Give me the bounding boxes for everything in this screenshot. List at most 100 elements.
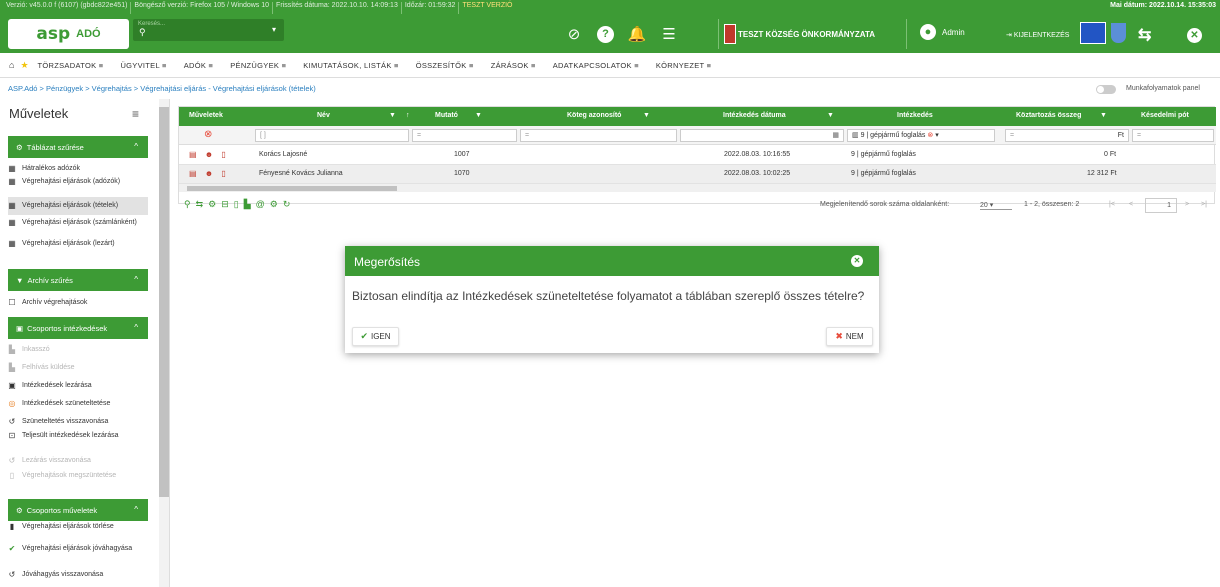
refresh-icon[interactable]: ⇆	[1138, 25, 1151, 45]
mutato-filter-input[interactable]: =	[412, 129, 517, 142]
intezkedes-filter-select[interactable]: ▥ 9 | gépjármű foglalás ⊗ ▾	[847, 129, 995, 142]
table-icon: ▦	[8, 164, 16, 173]
table-row[interactable]: ▤ ☻ ▯ Fényesné Kovács Julianna 1070 2022…	[179, 165, 1216, 184]
group-bulk-operations[interactable]: ⚙ Csoportos műveletek ^	[8, 499, 148, 521]
horizontal-scroll-thumb[interactable]	[187, 186, 397, 191]
calendar-icon[interactable]: ▦	[832, 130, 839, 141]
page-input[interactable]: 1	[1145, 198, 1177, 213]
workflow-panel-label: Munkafolyamatok panel	[1126, 85, 1200, 92]
no-button[interactable]: ✖ NEM	[826, 327, 873, 346]
user-menu[interactable]: ● Admin	[920, 24, 965, 40]
sidebar-item-torlese[interactable]: ▮ Végrehajtási eljárások törlése	[8, 523, 148, 531]
sidebar-item-eljarasok-tetelek[interactable]: ▦ Végrehajtási eljárások (tételek)	[8, 197, 148, 215]
eu-flag-icon	[1080, 22, 1106, 44]
menu-kornyezet[interactable]: KÖRNYEZET ≡	[656, 61, 711, 70]
version-info: Verzió: v45.0.0 f (6107) (gbdc822e451) B…	[3, 2, 516, 14]
sidebar-item-lezarasa[interactable]: ▣ Intézkedések lezárása	[8, 382, 148, 390]
close-box-icon: ▣	[8, 381, 16, 390]
sidebar-item-eljarasok-lezart[interactable]: ▦ Végrehajtási eljárások (lezárt)	[8, 240, 148, 248]
filter-icon[interactable]: ▼	[643, 112, 650, 119]
bell-icon[interactable]: 🔔	[628, 24, 647, 44]
yes-button[interactable]: ✔ IGEN	[352, 327, 399, 346]
prev-page-icon[interactable]: <	[1129, 201, 1133, 208]
table-row[interactable]: ▤ ☻ ▯ Korács Lajosné 1007 2022.08.03. 10…	[179, 146, 1216, 165]
menu-ugyvitel[interactable]: ÜGYVITEL ≡	[120, 61, 166, 70]
sidebar-item-szuneteltetese[interactable]: ◎ Intézkedések szüneteltetése	[8, 400, 148, 408]
last-page-icon[interactable]: >|	[1201, 201, 1207, 208]
menu-penzugyek[interactable]: PÉNZÜGYEK ≡	[230, 61, 286, 70]
page-size-select[interactable]: 20 ▾	[980, 201, 1012, 210]
clear-icon[interactable]: ⊗	[927, 132, 933, 139]
visibility-off-icon[interactable]: ⊘	[565, 24, 583, 44]
task-list-icon[interactable]: ☰	[660, 24, 678, 44]
sidebar-item-teljesult-lezarasa[interactable]: ⊡ Teljesült intézkedések lezárása	[8, 432, 148, 440]
next-page-icon[interactable]: >	[1185, 201, 1189, 208]
sidebar-item-megszuntetese: ▯ Végrehajtások megszüntetése	[8, 472, 148, 480]
filter-icon[interactable]: ▼	[475, 112, 482, 119]
cell-osszeg: 0 Ft	[1104, 151, 1117, 158]
menu-adok[interactable]: ADÓK ≡	[184, 61, 214, 70]
filter-icon[interactable]: ▼	[1100, 112, 1107, 119]
divider	[718, 19, 719, 49]
trash-icon: ▯	[9, 471, 15, 480]
col-header-osszeg[interactable]: Köztartozás összeg	[1016, 112, 1081, 119]
sidebar-item-jovahagyas-visszavonasa[interactable]: ↺ Jóváhagyás visszavonása	[8, 571, 148, 579]
dialog-title: Megerősítés	[354, 255, 421, 269]
sidebar-item-eljarasok-szamlankent[interactable]: ▦ Végrehajtási eljárások (számlánként)	[8, 219, 148, 227]
top-bar: Verzió: v45.0.0 f (6107) (gbdc822e451) B…	[0, 0, 1220, 53]
sidebar-item-jovahagyasa[interactable]: ✔ Végrehajtási eljárások jóváhagyása	[8, 545, 148, 553]
app-logo[interactable]: asp ADÓ	[8, 19, 129, 49]
col-header-intezkedes[interactable]: Intézkedés	[897, 112, 933, 119]
group-label: Csoportos műveletek	[26, 505, 98, 515]
sidebar-item-szuneteltetes-visszavonasa[interactable]: ↺ Szüneteltetés visszavonása	[8, 418, 148, 426]
star-icon[interactable]: ★	[20, 60, 28, 71]
col-header-mutato[interactable]: Mutató	[435, 112, 458, 119]
grid-toolbar-icons[interactable]: ⚲⇆⚙⊟▯▙@⚙↻	[184, 199, 295, 210]
search-input[interactable]: Keresés... ⚲ ▾	[133, 19, 284, 41]
chevron-down-icon[interactable]: ▾	[272, 25, 276, 34]
sort-up-icon[interactable]: ↑	[406, 112, 410, 119]
date-filter-input[interactable]: ▦	[680, 129, 844, 142]
breadcrumb[interactable]: ASP.Adó > Pénzügyek > Végrehajtás > Végr…	[8, 84, 316, 93]
cell-datum: 2022.08.03. 10:16:55	[724, 151, 791, 158]
sidebar-scroll-thumb[interactable]	[159, 107, 169, 497]
koteg-filter-input[interactable]: =	[520, 129, 677, 142]
sidebar-item-label: Végrehajtási eljárások törlése	[22, 523, 114, 530]
menu-adatkapcsolatok[interactable]: ADATKAPCSOLATOK ≡	[553, 61, 639, 70]
menu-kimutatasok[interactable]: KIMUTATÁSOK, LISTÁK ≡	[303, 61, 398, 70]
col-header-nev[interactable]: Név	[317, 112, 330, 119]
filter-icon[interactable]: ▼	[389, 112, 396, 119]
menu-icon[interactable]: ≡	[132, 107, 139, 121]
col-header-kesedelmi[interactable]: Késedelmi pót	[1141, 112, 1189, 119]
osszeg-filter-input[interactable]: = Ft	[1005, 129, 1129, 142]
group-table-filter[interactable]: ⚙ Táblázat szűrése ^	[8, 136, 148, 158]
archive-checkbox[interactable]: ☐ Archív végrehajtások	[8, 299, 148, 307]
data-grid: Műveletek Név ▼ ↑ Mutató ▼ Köteg azonosí…	[178, 106, 1216, 213]
sidebar-item-hatralekos[interactable]: ▦ Hátralékos adózók	[8, 165, 148, 173]
menu-osszesitok[interactable]: ÖSSZESÍTŐK ≡	[416, 61, 474, 70]
col-header-datum[interactable]: Intézkedés dátuma	[723, 112, 786, 119]
help-icon[interactable]: ?	[597, 25, 614, 43]
cell-datum: 2022.08.03. 10:02:25	[724, 170, 791, 177]
workflow-panel-toggle[interactable]	[1096, 85, 1116, 94]
home-icon[interactable]: ⌂	[9, 60, 14, 70]
group-bulk-actions[interactable]: ▣ Csoportos intézkedések ^	[8, 317, 148, 339]
dialog-close-icon[interactable]: ✕	[851, 255, 863, 267]
row-action-icons[interactable]: ▤ ☻ ▯	[189, 169, 229, 178]
clear-filter-icon[interactable]: ⊗	[204, 129, 212, 140]
page-size-value: 20	[980, 202, 988, 209]
filter-icon[interactable]: ▼	[827, 112, 834, 119]
logout-button[interactable]: ⇥ KIJELENTKEZÉS	[1006, 31, 1069, 39]
close-icon[interactable]: ✕	[1187, 28, 1202, 43]
menu-torzsadatok[interactable]: TÖRZSADATOK ≡	[38, 61, 104, 70]
sidebar-item-label: Végrehajtási eljárások jóváhagyása	[22, 545, 133, 552]
col-header-koteg[interactable]: Köteg azonosító	[567, 112, 621, 119]
sidebar-item-eljarasok-adozok[interactable]: ▦ Végrehajtási eljárások (adózók)	[8, 178, 148, 186]
menu-zarasok[interactable]: ZÁRÁSOK ≡	[491, 61, 536, 70]
name-filter-input[interactable]: [ ]	[255, 129, 409, 142]
kesedelmi-filter-input[interactable]: =	[1132, 129, 1214, 142]
group-archive-filter[interactable]: ▼ Archív szűrés ^	[8, 269, 148, 291]
trash-icon: ▮	[9, 522, 15, 531]
row-action-icons[interactable]: ▤ ☻ ▯	[189, 150, 229, 159]
first-page-icon[interactable]: |<	[1109, 201, 1115, 208]
